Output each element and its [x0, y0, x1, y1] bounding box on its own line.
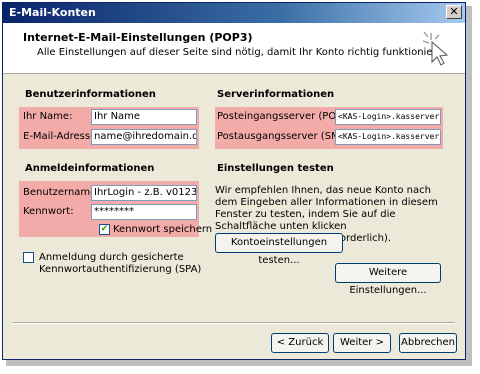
title-bar[interactable]: E-Mail-Konten ✕: [3, 3, 465, 23]
password-field[interactable]: ********: [91, 204, 197, 220]
checkmark-icon: ✔: [100, 224, 109, 234]
name-field[interactable]: Ihr Name: [91, 109, 197, 125]
spa-label-line2: Kennwortauthentifizierung (SPA): [39, 264, 202, 275]
page-subtitle: Alle Einstellungen auf dieser Seite sind…: [37, 47, 444, 58]
wizard-header: Internet-E-Mail-Einstellungen (POP3) All…: [3, 23, 465, 74]
email-field[interactable]: name@ihredomain.de: [91, 129, 197, 145]
page-title: Internet-E-Mail-Einstellungen (POP3): [23, 31, 253, 44]
save-password-checkbox[interactable]: ✔: [99, 224, 110, 235]
server-info-heading: Serverinformationen: [217, 89, 335, 100]
pop3-server-field[interactable]: <KAS-Login>.kasserver.com: [335, 109, 441, 125]
smtp-server-field[interactable]: <KAS-Login>.kasserver.com: [335, 129, 441, 145]
close-icon: ✕: [449, 5, 459, 18]
close-button[interactable]: ✕: [446, 5, 462, 19]
back-button[interactable]: < Zurück: [271, 333, 329, 353]
name-label: Ihr Name:: [23, 111, 73, 122]
username-field[interactable]: IhrLogin - z.B. v012345: [91, 185, 197, 201]
cancel-button[interactable]: Abbrechen: [399, 333, 457, 353]
username-label: Benutzername:: [23, 187, 100, 198]
next-button[interactable]: Weiter >: [333, 333, 391, 353]
password-label: Kennwort:: [23, 206, 74, 217]
spa-checkbox[interactable]: [23, 252, 34, 263]
save-password-label: Kennwort speichern: [113, 224, 213, 235]
email-label: E-Mail-Adresse:: [23, 131, 100, 142]
login-info-heading: Anmeldeinformationen: [25, 163, 155, 174]
spa-label-line1: Anmeldung durch gesicherte: [39, 252, 184, 263]
test-settings-heading: Einstellungen testen: [217, 163, 334, 174]
test-account-button[interactable]: Kontoeinstellungen testen...: [215, 233, 343, 266]
footer-divider: [13, 322, 455, 324]
user-info-heading: Benutzerinformationen: [25, 89, 156, 100]
more-settings-button[interactable]: Weitere Einstellungen...: [335, 263, 441, 296]
mouse-cursor-sparkle-icon: [422, 31, 449, 66]
email-accounts-dialog: E-Mail-Konten ✕ Internet-E-Mail-Einstell…: [2, 2, 466, 360]
window-title: E-Mail-Konten: [9, 6, 96, 19]
